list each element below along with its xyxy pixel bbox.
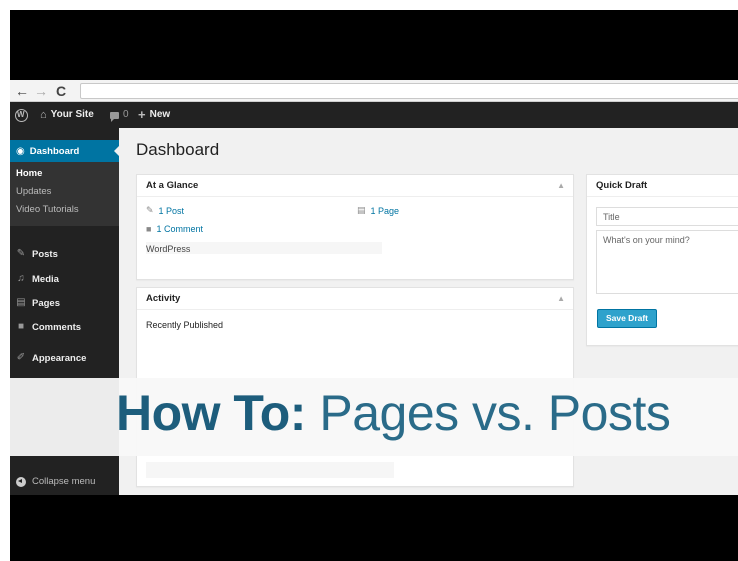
home-icon: ⌂: [40, 109, 47, 121]
sidebar-item-comments[interactable]: ■ Comments: [16, 318, 81, 336]
draft-title-input[interactable]: Title: [596, 207, 738, 226]
pages-icon: ▤: [357, 205, 366, 215]
save-draft-button[interactable]: Save Draft: [597, 309, 657, 328]
dashboard-submenu: Home Updates Video Tutorials: [10, 162, 119, 226]
sidebar-item-pages[interactable]: ▤ Pages: [16, 294, 60, 312]
posts-count-link[interactable]: ✎ 1 Post: [146, 205, 184, 216]
media-icon: ♫: [17, 273, 25, 284]
comment-icon: ■: [17, 321, 25, 332]
collapse-arrow-icon: [16, 476, 26, 487]
plus-icon: +: [138, 107, 146, 122]
toggle-arrow-icon[interactable]: ▲: [557, 175, 565, 197]
screen-capture: ← → C ⌂ Your Site 0 + New ◉: [10, 80, 738, 495]
draft-content-textarea[interactable]: What's on your mind?: [596, 230, 738, 294]
submenu-item-home[interactable]: Home: [16, 167, 113, 185]
reload-icon[interactable]: C: [56, 82, 66, 100]
dashboard-icon: ◉: [16, 145, 25, 157]
banner-title-bold: How To:: [116, 385, 306, 441]
widget-title[interactable]: Quick Draft: [587, 175, 738, 197]
submenu-item-video-tutorials[interactable]: Video Tutorials: [16, 203, 113, 221]
toggle-arrow-icon[interactable]: ▲: [557, 288, 565, 310]
brush-icon: ✐: [16, 352, 26, 363]
widget-title[interactable]: Activity ▲: [137, 288, 573, 310]
banner-title: How To: Pages vs. Posts: [116, 384, 671, 442]
title-banner: How To: Pages vs. Posts: [10, 378, 738, 456]
submenu-item-updates[interactable]: Updates: [16, 185, 113, 203]
browser-toolbar: ← → C: [10, 80, 738, 102]
back-arrow-icon[interactable]: ←: [15, 82, 29, 100]
comments-link[interactable]: 0: [110, 102, 129, 128]
pages-icon: ▤: [16, 297, 26, 308]
pin-icon: ✎: [146, 205, 154, 215]
comment-bubble-icon: [110, 111, 119, 122]
quick-draft-widget: Quick Draft Title What's on your mind? S…: [586, 174, 738, 346]
banner-title-light: Pages vs. Posts: [305, 385, 671, 441]
sidebar-item-dashboard[interactable]: ◉ Dashboard: [10, 140, 120, 162]
collapse-menu-button[interactable]: Collapse menu: [16, 476, 95, 487]
sidebar-item-appearance[interactable]: ✐ Appearance: [16, 349, 87, 367]
sidebar-item-posts[interactable]: ✎ Posts: [16, 245, 58, 263]
address-bar[interactable]: [80, 83, 738, 99]
wordpress-logo-icon[interactable]: [15, 102, 28, 128]
forward-arrow-icon[interactable]: →: [34, 82, 48, 100]
wordpress-version-text: WordPress: [146, 244, 191, 254]
widget-title[interactable]: At a Glance ▲: [137, 175, 573, 197]
pages-count-link[interactable]: ▤ 1 Page: [357, 205, 399, 216]
pin-icon: ✎: [16, 248, 26, 259]
at-a-glance-widget: At a Glance ▲ ✎ 1 Post ▤ 1 Page ■ 1 Comm…: [136, 174, 574, 280]
page-title: Dashboard: [136, 140, 220, 159]
new-content-link[interactable]: + New: [138, 102, 170, 128]
site-name-link[interactable]: ⌂ Your Site: [40, 102, 94, 128]
sidebar-item-media[interactable]: ♫ Media: [16, 270, 59, 288]
activity-row: [146, 462, 394, 478]
recently-published-heading: Recently Published: [146, 320, 224, 330]
video-frame: ← → C ⌂ Your Site 0 + New ◉: [10, 10, 738, 561]
comments-count-link[interactable]: ■ 1 Comment: [146, 224, 203, 234]
comment-icon: ■: [146, 224, 152, 234]
admin-bar: ⌂ Your Site 0 + New: [10, 102, 738, 128]
